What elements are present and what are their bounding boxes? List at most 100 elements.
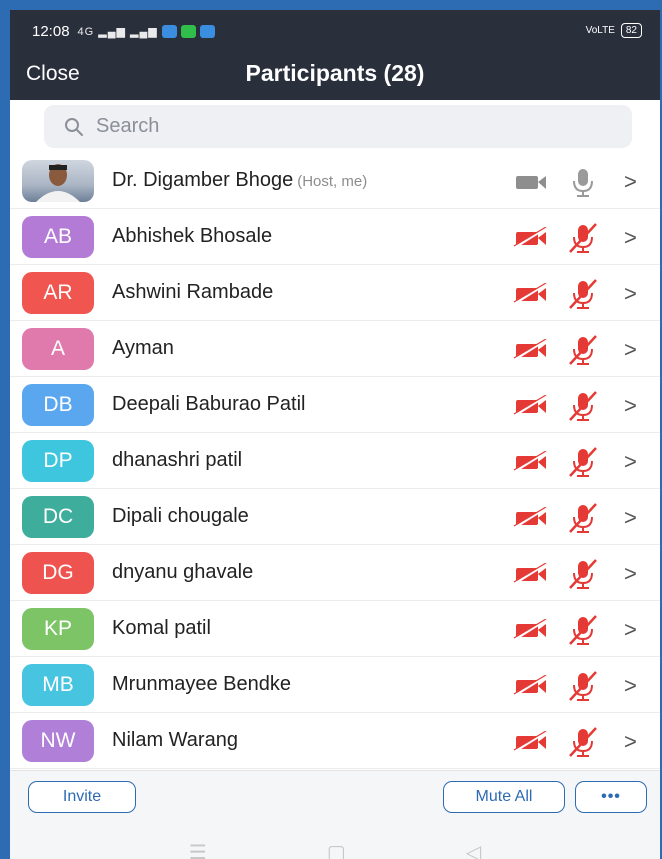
video-off-icon — [513, 395, 547, 417]
video-camera-icon — [516, 176, 546, 189]
participant-name: Nilam Warang — [112, 729, 238, 752]
participant-name: Deepali Baburao Patil — [112, 393, 305, 416]
participant-name-text: Dipali chougale — [112, 505, 249, 527]
participant-name-text: Abhishek Bhosale — [112, 225, 273, 247]
search-bar[interactable] — [44, 105, 632, 148]
chevron-right-icon[interactable]: > — [624, 729, 637, 755]
avatar: MB — [22, 664, 94, 706]
chevron-right-icon[interactable]: > — [624, 561, 637, 587]
participant-name-text: dhanashri patil — [112, 449, 243, 471]
search-icon — [65, 117, 83, 136]
avatar: NW — [22, 720, 94, 762]
chevron-right-icon[interactable]: > — [624, 281, 637, 307]
participant-row[interactable]: DP dhanashri patil > — [10, 433, 660, 489]
avatar-initials: AB — [43, 225, 72, 248]
volte-label: VoLTE — [585, 25, 615, 36]
participant-name: Dr. Digamber Bhoge (Host, me) — [112, 169, 367, 192]
chevron-right-icon[interactable]: > — [624, 449, 637, 475]
participant-row[interactable]: AR Ashwini Rambade > — [10, 265, 660, 321]
video-off-icon — [513, 451, 547, 473]
microphone-muted-icon — [569, 727, 597, 757]
microphone-muted-icon — [569, 335, 597, 365]
participant-name-text: Nilam Warang — [112, 729, 238, 751]
menu-icon[interactable]: ☰ — [189, 840, 207, 859]
chevron-right-icon[interactable]: > — [624, 393, 637, 419]
chevron-right-icon[interactable]: > — [624, 337, 637, 363]
participant-row[interactable]: Dr. Digamber Bhoge (Host, me) > — [10, 153, 660, 209]
participant-row[interactable]: DC Dipali chougale > — [10, 489, 660, 545]
mute-all-button[interactable]: Mute All — [443, 781, 565, 813]
participant-name-text: Komal patil — [112, 617, 211, 639]
header-bar: Close Participants (28) — [10, 52, 660, 100]
app-frame: 12:08 4G ▂▄▆ ▂▄▆ VoLTE 82 Close Particip… — [0, 0, 662, 859]
participant-name-text: Ayman — [112, 337, 174, 359]
participant-name: dnyanu ghavale — [112, 561, 253, 584]
participant-name: dhanashri patil — [112, 449, 242, 472]
participant-name-text: Deepali Baburao Patil — [112, 393, 306, 415]
participant-name: Mrunmayee Bendke — [112, 673, 291, 696]
avatar: DC — [22, 496, 94, 538]
invite-button[interactable]: Invite — [28, 781, 136, 813]
avatar: DG — [22, 552, 94, 594]
chevron-right-icon[interactable]: > — [624, 505, 637, 531]
avatar-initials: DP — [43, 449, 73, 472]
participant-name: Ashwini Rambade — [112, 281, 273, 304]
battery-icon: 82 — [620, 23, 642, 38]
chevron-right-icon[interactable]: > — [624, 169, 637, 195]
video-off-icon — [513, 731, 547, 753]
participant-row[interactable]: KP Komal patil > — [10, 601, 660, 657]
avatar-initials: DG — [42, 561, 74, 584]
participant-name-text: Dr. Digamber Bhoge — [112, 169, 294, 191]
participant-row[interactable]: A Ayman > — [10, 321, 660, 377]
avatar-initials: DB — [43, 393, 73, 416]
microphone-muted-icon — [569, 223, 597, 253]
status-right: VoLTE 82 — [586, 23, 642, 38]
participant-name: Ayman — [112, 337, 174, 360]
telegram-icon — [161, 24, 177, 38]
participant-row[interactable]: DG dnyanu ghavale > — [10, 545, 660, 601]
avatar-initials: MB — [42, 673, 74, 696]
participant-name-text: Ashwini Rambade — [112, 281, 274, 303]
back-icon[interactable]: ◁ — [466, 840, 481, 859]
avatar: A — [22, 328, 94, 370]
avatar-initials: NW — [40, 729, 76, 752]
participant-list: Dr. Digamber Bhoge (Host, me) > AB Abhishek … — [10, 153, 660, 769]
zoom-icon — [199, 24, 215, 38]
battery-level: 82 — [625, 25, 637, 36]
participant-row[interactable]: AB Abhishek Bhosale > — [10, 209, 660, 265]
avatar: KP — [22, 608, 94, 650]
participant-row[interactable]: MB Mrunmayee Bendke > — [10, 657, 660, 713]
participant-name: Komal patil — [112, 617, 211, 640]
system-nav-bar: ☰ ▢ ◁ — [10, 836, 660, 859]
chevron-right-icon[interactable]: > — [624, 225, 637, 251]
participant-role: (Host, me) — [297, 173, 368, 190]
avatar-initials: A — [50, 337, 65, 360]
microphone-muted-icon — [569, 447, 597, 477]
home-icon[interactable]: ▢ — [327, 840, 346, 859]
status-time: 12:08 — [32, 22, 70, 40]
participant-name: Abhishek Bhosale — [112, 225, 272, 248]
search-input[interactable] — [96, 115, 596, 138]
microphone-icon — [573, 169, 593, 197]
video-off-icon — [513, 339, 547, 361]
whatsapp-icon — [180, 24, 196, 38]
microphone-muted-icon — [569, 503, 597, 533]
video-off-icon — [513, 283, 547, 305]
participant-name-text: Mrunmayee Bendke — [112, 673, 291, 695]
microphone-muted-icon — [569, 671, 597, 701]
status-bar: 12:08 4G ▂▄▆ ▂▄▆ VoLTE 82 — [10, 10, 660, 52]
avatar: DB — [22, 384, 94, 426]
participant-name: Dipali chougale — [112, 505, 249, 528]
video-off-icon — [513, 675, 547, 697]
avatar-initials: DC — [42, 505, 74, 528]
microphone-muted-icon — [569, 391, 597, 421]
more-options-button[interactable]: ••• — [575, 781, 647, 813]
video-off-icon — [513, 563, 547, 585]
video-off-icon — [513, 227, 547, 249]
chevron-right-icon[interactable]: > — [624, 617, 637, 643]
video-off-icon — [513, 507, 547, 529]
chevron-right-icon[interactable]: > — [624, 673, 637, 699]
participant-row[interactable]: DB Deepali Baburao Patil > — [10, 377, 660, 433]
participant-row[interactable]: NW Nilam Warang > — [10, 713, 660, 769]
microphone-muted-icon — [569, 615, 597, 645]
